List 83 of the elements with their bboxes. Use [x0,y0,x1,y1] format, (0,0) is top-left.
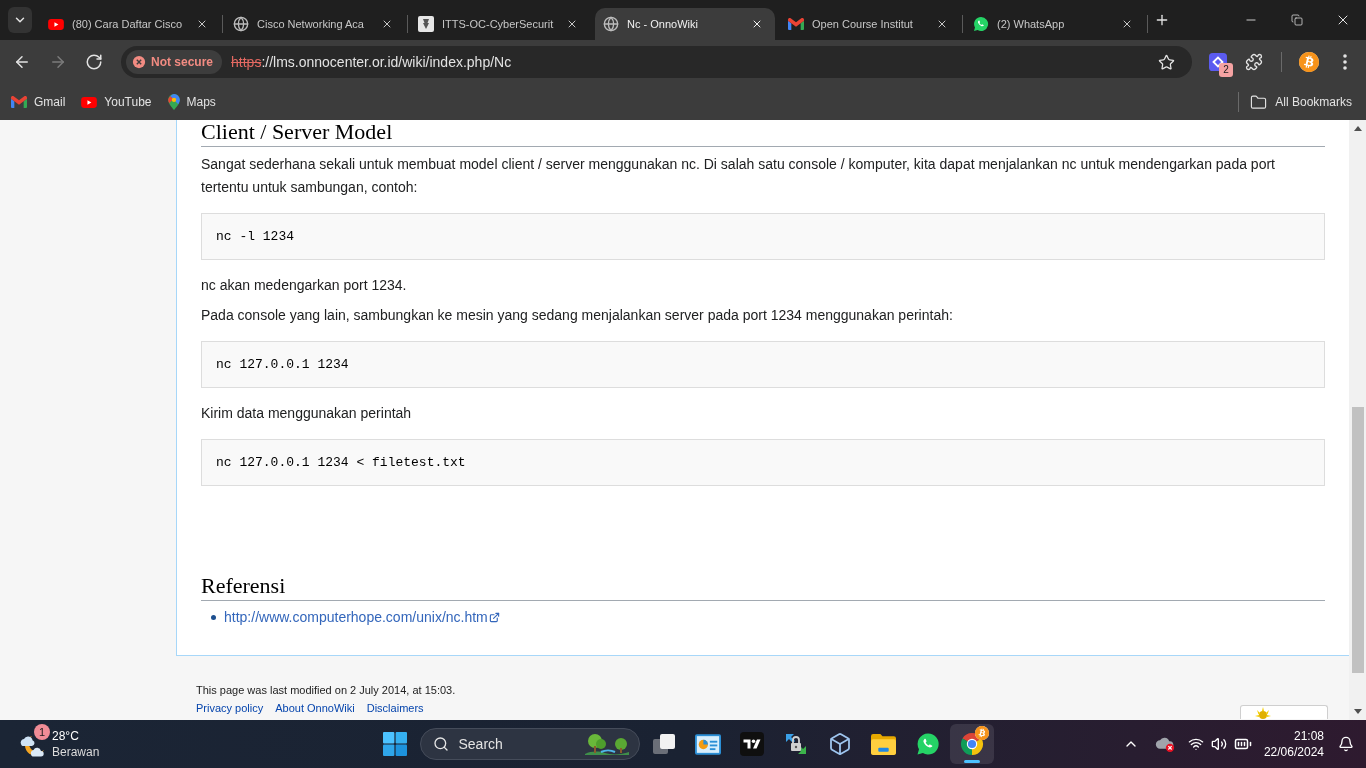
cube-icon [827,732,852,756]
browser-tab[interactable]: (80) Cara Daftar Cisco [40,8,220,40]
weather-widget[interactable]: 1 28°C Berawan [14,724,104,764]
paragraph: Kirim data menggunakan perintah [201,404,413,423]
dashboard-icon [694,733,721,755]
plus-icon [1154,12,1170,28]
search-icon [432,736,449,752]
extension-button[interactable]: 2 [1200,44,1236,80]
tile-icon [418,16,434,32]
folder-icon [1250,93,1268,111]
lock-arrows-icon [783,732,808,756]
cloud-error-icon [1154,735,1175,753]
folder-icon [871,733,896,755]
code-block: nc 127.0.0.1 1234 < filetest.txt [201,439,1325,486]
task-view-icon [651,732,676,756]
address-field[interactable]: Not secure https://lms.onnocenter.or.id/wiki/index.php/Nc [121,46,1192,78]
scroll-down-icon [1353,709,1362,714]
warning-circle-icon [132,55,146,69]
mail-icon [11,96,27,108]
close-icon [751,18,763,30]
notification-badge: 1 [34,724,50,740]
coin-badge-icon [974,726,989,740]
map-pin-icon [167,94,180,110]
globe-icon [603,16,619,32]
close-icon [381,18,393,30]
bookmark-item[interactable]: YouTube [73,88,160,116]
browser-tab[interactable]: Open Course Institut [780,8,960,40]
close-icon [566,18,578,30]
play-icon [48,18,64,30]
close-icon [1121,18,1133,30]
wifi-icon [1187,736,1204,752]
right-arrow-icon [49,53,67,71]
last-modified-text: This page was last modified on 2 July 2014, at 15:03. [196,683,457,698]
sunflower-icon [1255,707,1271,719]
code-block: nc 127.0.0.1 1234 [201,341,1325,388]
browser-tab[interactable]: (2) WhatsApp [965,8,1145,40]
menu-icon [1343,54,1347,70]
section-heading: Referensi [201,574,1325,601]
mail-icon [788,18,804,30]
bookmark-star-button[interactable] [1156,52,1176,72]
browser-tab[interactable]: Cisco Networking Aca [225,8,405,40]
scroll-up-icon [1353,126,1362,131]
start-icon [382,732,407,756]
reference-link[interactable]: http://www.computerhope.com/unix/nc.htm [224,606,500,629]
all-bookmarks-button[interactable]: All Bookmarks [1242,88,1360,116]
phone-chat-icon [915,732,940,756]
section-heading: Client / Server Model [201,120,1325,147]
restore-icon [1291,14,1303,26]
bookmark-item[interactable]: Maps [159,88,224,116]
play-icon [81,96,98,108]
browser-tab[interactable]: Nc - OnnoWiki [595,8,775,40]
coin-icon [1299,52,1319,72]
clock-button[interactable]: 21:08 22/06/2024 [1257,724,1330,764]
bookmark-item[interactable]: Gmail [3,88,74,116]
count-badge: 2 [1219,63,1233,77]
square-logo-icon [739,732,764,756]
speaker-icon [1210,736,1227,752]
footer-link[interactable]: Disclaimers [366,700,424,716]
active-indicator [963,760,980,763]
scrollbar-thumb[interactable] [1351,407,1364,673]
paragraph: Pada console yang lain, sambungkan ke mesin yang sedang menjalankan server pada port 1234 menggunakan perintah: [201,306,954,325]
phone-chat-icon [973,16,989,32]
browser-icon [959,732,984,756]
trees-illustration-icon [582,732,631,756]
footer-link[interactable]: Privacy policy [196,700,264,716]
paragraph: nc akan medengarkan port 1234. [201,276,408,295]
reload-icon [85,53,103,71]
close-icon [196,18,208,30]
bell-icon [1338,736,1354,752]
paragraph: Sangat sederhana sekali untuk membuat model client / server menggunakan nc. Di salah satu console / komputer, kita dapat menjalankan nc untuk mendengarkan pada port tertentu untuk sambungan, contoh: [201,155,1276,197]
external-link-icon [488,612,500,623]
tab-search-button[interactable] [8,7,32,33]
bullet-icon [211,615,216,620]
security-chip[interactable]: Not secure [126,50,223,74]
globe-icon [233,16,249,32]
taskbar-app-button[interactable] [949,724,994,764]
star-icon [1157,53,1175,71]
puzzle-icon [1245,53,1263,71]
close-icon [936,18,948,30]
code-block: nc -l 1234 [201,213,1325,260]
footer-link[interactable]: About OnnoWiki [275,700,355,716]
search-field[interactable]: Search [419,728,640,760]
browser-tab[interactable]: ITTS-OC-CyberSecurit [410,8,590,40]
